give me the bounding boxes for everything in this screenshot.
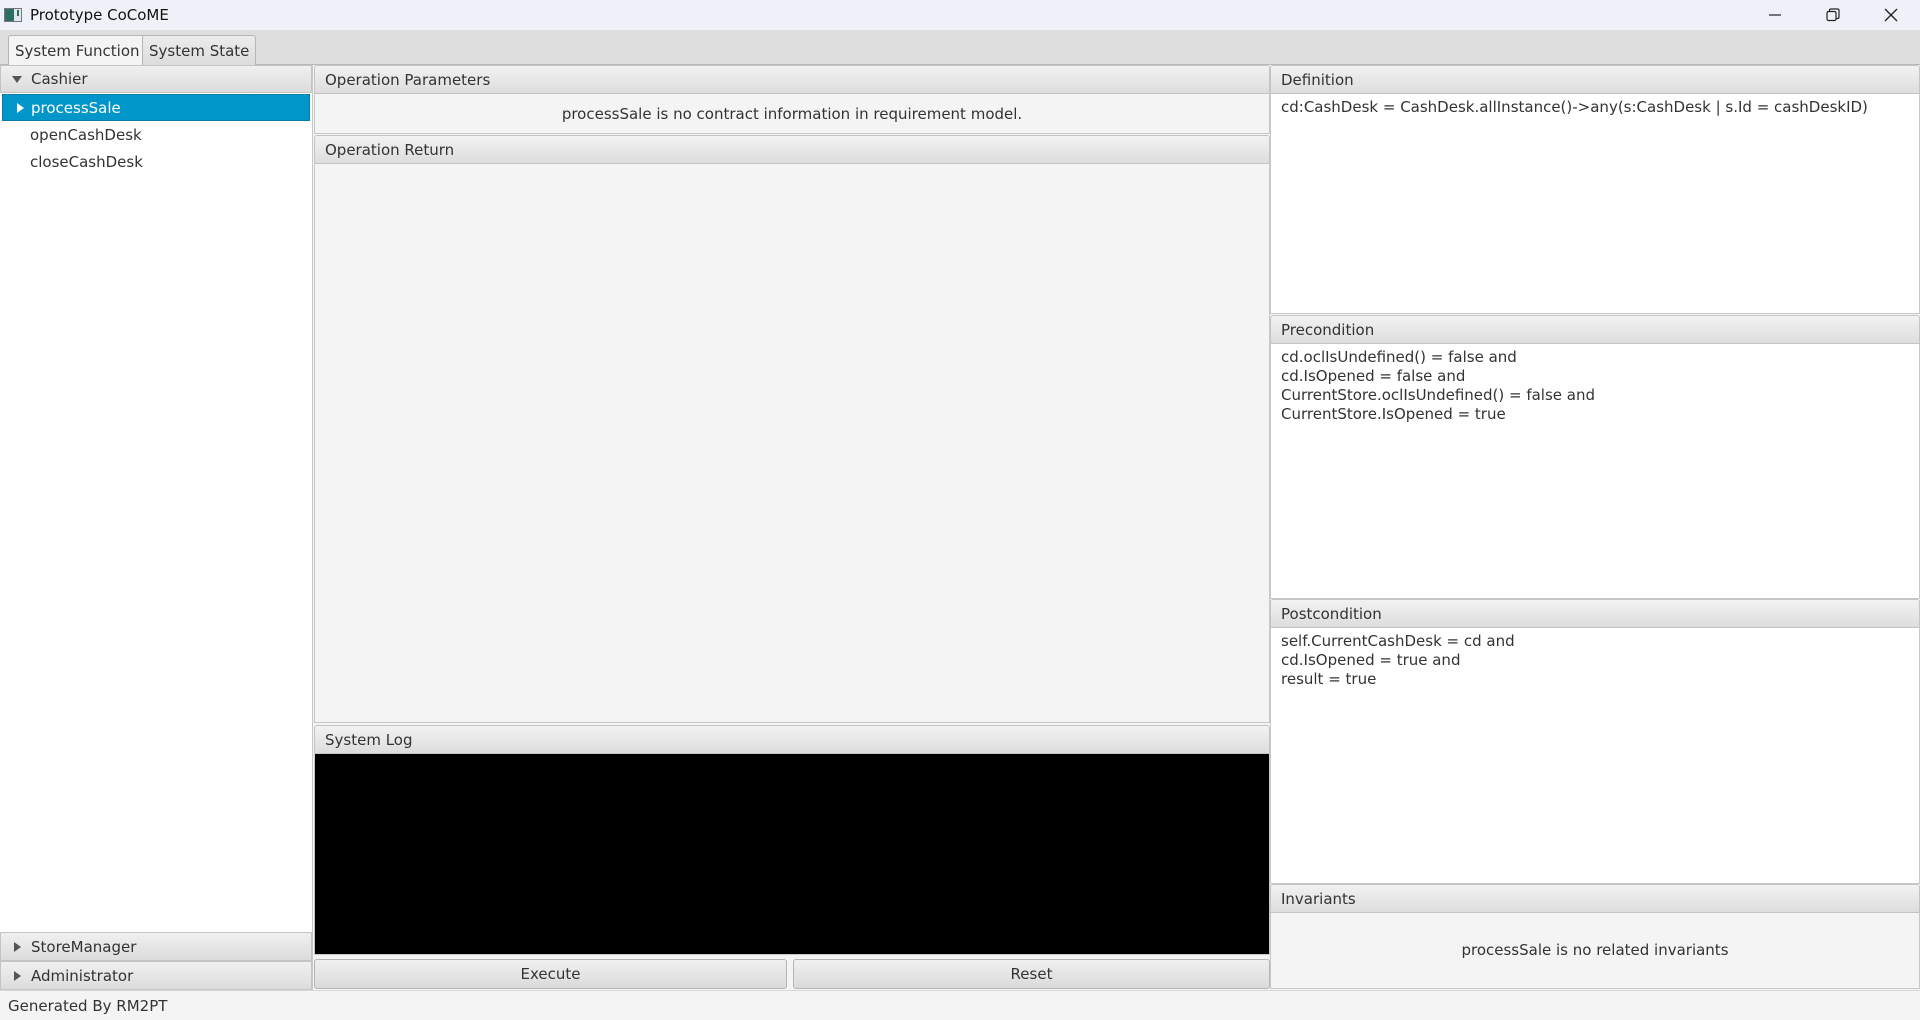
operation-return-body	[314, 164, 1270, 723]
invariants-body: processSale is no related invariants	[1270, 913, 1920, 989]
precondition-line: CurrentStore.IsOpened = true	[1281, 405, 1506, 423]
status-text: Generated By RM2PT	[8, 996, 168, 1015]
window-title: Prototype CoCoME	[30, 6, 169, 24]
tab-system-function[interactable]: System Function	[8, 35, 147, 66]
postcondition-line: self.CurrentCashDesk = cd and	[1281, 632, 1515, 650]
tab-strip: System Function System State	[0, 30, 1920, 66]
tree-item-label: closeCashDesk	[30, 152, 143, 171]
operation-parameters-header: Operation Parameters	[314, 65, 1270, 94]
restore-button[interactable]	[1804, 0, 1862, 30]
system-log-header: System Log	[314, 725, 1270, 754]
accordion-label-administrator: Administrator	[31, 966, 134, 985]
precondition-line: CurrentStore.oclIsUndefined() = false an…	[1281, 386, 1596, 404]
operation-parameters-message: processSale is no contract information i…	[561, 104, 1023, 123]
close-button[interactable]	[1862, 0, 1920, 30]
chevron-right-icon	[17, 103, 24, 113]
invariants-message: processSale is no related invariants	[1461, 941, 1729, 959]
invariants-header: Invariants	[1270, 884, 1920, 913]
precondition-line: cd.IsOpened = false and	[1281, 367, 1466, 385]
operation-tree: processSale openCashDesk closeCashDesk	[0, 94, 312, 175]
precondition-line: cd.oclIsUndefined() = false and	[1281, 348, 1517, 366]
postcondition-body: self.CurrentCashDesk = cd and cd.IsOpene…	[1270, 628, 1920, 884]
operation-parameters-body: processSale is no contract information i…	[314, 94, 1270, 134]
title-bar: Prototype CoCoME	[0, 0, 1920, 30]
collapsed-groups: StoreManager Administrator	[0, 932, 312, 990]
execute-button[interactable]: Execute	[314, 959, 787, 989]
restore-icon	[1826, 8, 1840, 22]
definition-body: cd:CashDesk = CashDesk.allInstance()->an…	[1270, 94, 1920, 314]
window-controls	[1746, 0, 1920, 30]
tab-system-state[interactable]: System State	[142, 35, 257, 65]
definition-line: cd:CashDesk = CashDesk.allInstance()->an…	[1281, 98, 1868, 116]
close-icon	[1884, 8, 1898, 22]
chevron-down-icon	[12, 76, 22, 83]
postcondition-header: Postcondition	[1270, 599, 1920, 628]
tree-item-label: processSale	[31, 98, 121, 117]
status-bar: Generated By RM2PT	[0, 990, 1920, 1020]
precondition-header: Precondition	[1270, 315, 1920, 344]
accordion-header-cashier[interactable]: Cashier	[0, 65, 312, 93]
operation-panel: Operation Parameters processSale is no c…	[314, 65, 1270, 990]
reset-button[interactable]: Reset	[793, 959, 1270, 989]
app-icon	[4, 8, 22, 22]
actor-accordion: Cashier processSale openCashDesk closeCa…	[0, 65, 313, 990]
chevron-right-icon	[14, 970, 21, 981]
definition-header: Definition	[1270, 65, 1920, 94]
postcondition-line: cd.IsOpened = true and	[1281, 651, 1461, 669]
tree-item-label: openCashDesk	[30, 125, 142, 144]
system-log-area[interactable]	[314, 754, 1270, 955]
accordion-label-storemanager: StoreManager	[31, 937, 137, 956]
accordion-header-storemanager[interactable]: StoreManager	[0, 932, 312, 961]
contract-panel: Definition cd:CashDesk = CashDesk.allIns…	[1270, 65, 1920, 990]
operation-return-header: Operation Return	[314, 135, 1270, 164]
accordion-label-cashier: Cashier	[31, 70, 88, 88]
postcondition-line: result = true	[1281, 670, 1377, 688]
precondition-body: cd.oclIsUndefined() = false and cd.IsOpe…	[1270, 344, 1920, 599]
minimize-button[interactable]	[1746, 0, 1804, 30]
tree-item-closecashdesk[interactable]: closeCashDesk	[0, 148, 312, 175]
chevron-right-icon	[14, 941, 21, 952]
accordion-header-administrator[interactable]: Administrator	[0, 961, 312, 990]
tree-item-processsale[interactable]: processSale	[2, 94, 310, 121]
minimize-icon	[1769, 14, 1781, 16]
tree-item-opencashdesk[interactable]: openCashDesk	[0, 121, 312, 148]
